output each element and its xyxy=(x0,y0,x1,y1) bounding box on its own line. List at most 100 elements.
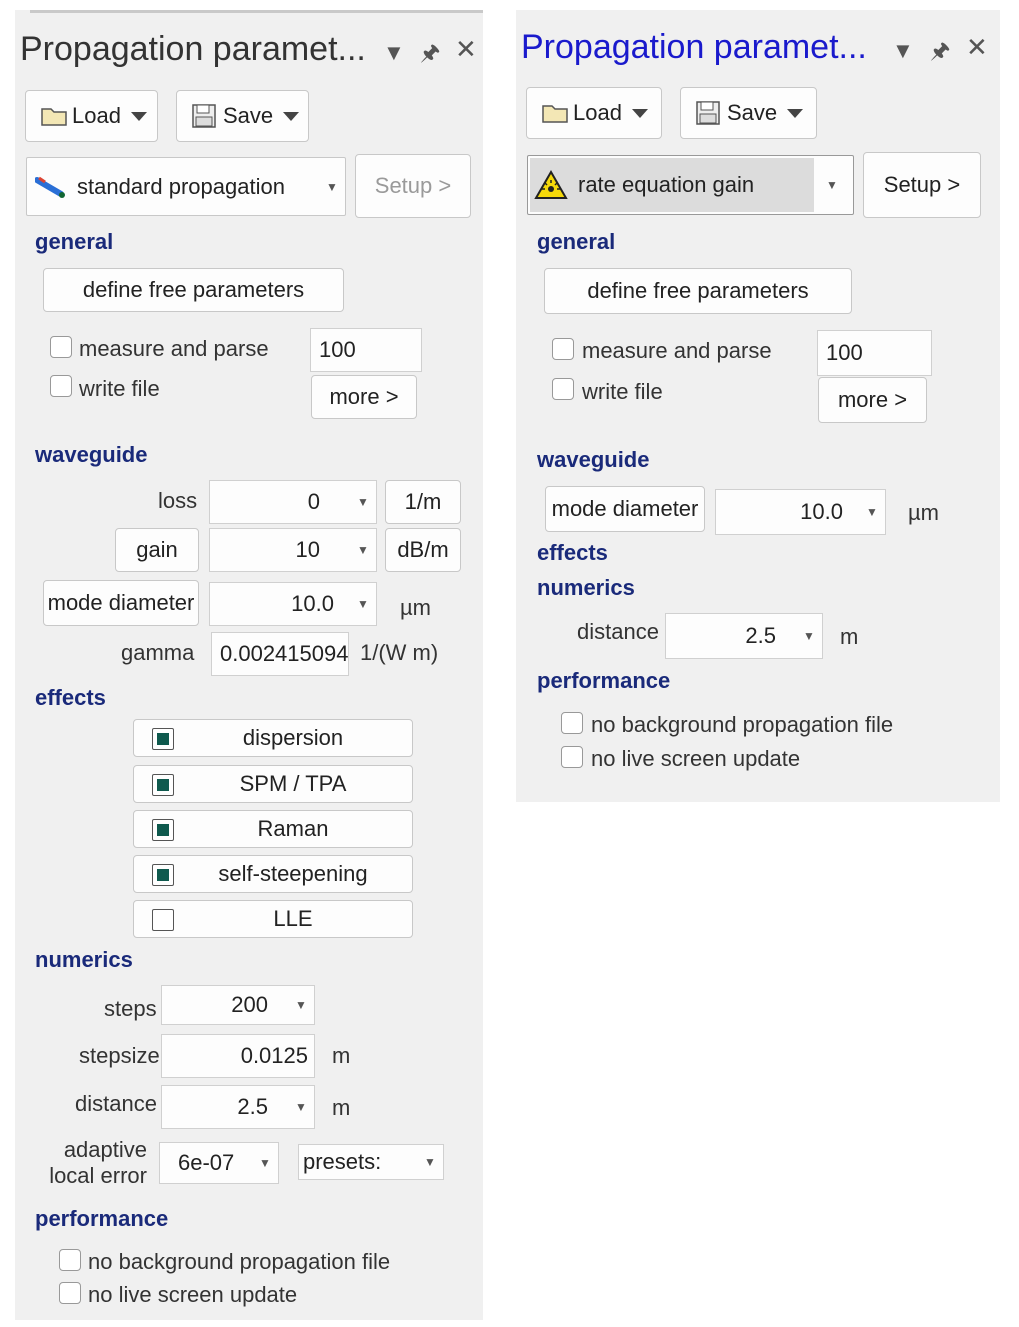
distance-input[interactable]: 2.5 ▼ xyxy=(665,613,823,659)
save-button[interactable]: Save xyxy=(176,90,309,142)
save-label: Save xyxy=(223,103,274,128)
measure-parse-checkbox[interactable] xyxy=(50,336,72,358)
load-label: Load xyxy=(573,100,622,125)
no-live-update-checkbox[interactable] xyxy=(59,1282,81,1304)
section-effects: effects xyxy=(537,540,608,565)
effect-raman[interactable]: Raman xyxy=(133,810,413,848)
checkbox-icon xyxy=(152,728,174,750)
section-numerics: numerics xyxy=(537,575,635,600)
chevron-down-icon[interactable]: ▼ xyxy=(796,629,822,643)
mode-diameter-button[interactable]: mode diameter xyxy=(545,486,705,532)
write-file-checkbox[interactable] xyxy=(552,378,574,400)
pin-icon[interactable]: 🖈 xyxy=(420,36,440,74)
fiber-icon xyxy=(35,176,65,198)
chevron-down-icon[interactable]: ▼ xyxy=(252,1156,278,1170)
presets-select[interactable]: presets: ▼ xyxy=(298,1144,444,1180)
mode-diameter-unit: µm xyxy=(400,595,432,620)
measure-value-input[interactable]: 100 xyxy=(817,330,932,376)
section-numerics: numerics xyxy=(35,947,133,972)
load-button[interactable]: Load xyxy=(25,90,158,142)
chevron-down-icon xyxy=(130,111,147,121)
distance-unit: m xyxy=(840,624,859,649)
propagation-type-value: rate equation gain xyxy=(578,172,755,197)
chevron-down-icon[interactable]: ▼ xyxy=(383,40,405,66)
mode-diameter-button[interactable]: mode diameter xyxy=(43,580,199,626)
chevron-down-icon[interactable]: ▼ xyxy=(417,1155,443,1169)
chevron-down-icon: ▼ xyxy=(826,178,838,192)
write-file-label: write file xyxy=(79,376,160,401)
steps-label: steps xyxy=(104,996,157,1021)
laser-warning-icon xyxy=(534,170,568,199)
chevron-down-icon: ▼ xyxy=(326,179,338,194)
chevron-down-icon[interactable]: ▼ xyxy=(288,998,314,1012)
measure-parse-label: measure and parse xyxy=(79,336,269,361)
propagation-type-select[interactable]: standard propagation ▼ xyxy=(26,157,346,216)
mode-diameter-input[interactable]: 10.0 ▼ xyxy=(209,582,377,626)
section-waveguide: waveguide xyxy=(537,447,650,472)
effect-lle[interactable]: LLE xyxy=(133,900,413,938)
loss-label: loss xyxy=(158,488,198,513)
loss-input[interactable]: 0 ▼ xyxy=(209,480,377,524)
setup-button[interactable]: Setup > xyxy=(863,152,981,218)
more-button[interactable]: more > xyxy=(818,377,927,423)
distance-input[interactable]: 2.5 ▼ xyxy=(161,1085,315,1129)
chevron-down-icon[interactable]: ▼ xyxy=(892,38,914,64)
pin-icon[interactable]: 🖈 xyxy=(930,34,950,72)
gamma-input[interactable]: 0.002415094339 xyxy=(211,632,349,676)
mode-diameter-unit: µm xyxy=(908,500,940,525)
gain-input[interactable]: 10 ▼ xyxy=(209,528,377,572)
effect-self-steepening[interactable]: self-steepening xyxy=(133,855,413,893)
chevron-down-icon[interactable]: ▼ xyxy=(859,505,885,519)
close-icon[interactable]: ✕ xyxy=(966,32,988,63)
stepsize-unit: m xyxy=(332,1043,351,1068)
gamma-label: gamma xyxy=(121,640,195,665)
gain-unit-button[interactable]: dB/m xyxy=(385,528,461,572)
checkbox-icon xyxy=(152,909,174,931)
measure-value-input[interactable]: 100 xyxy=(310,328,422,372)
adaptive-label: adaptive local error xyxy=(49,1137,147,1188)
panel-top-border xyxy=(30,10,483,13)
write-file-label: write file xyxy=(582,379,663,404)
left-panel: Propagation paramet... ▼ 🖈 ✕ Load Save s… xyxy=(15,10,483,1320)
section-performance: performance xyxy=(35,1206,169,1231)
floppy-disk-icon xyxy=(696,101,720,125)
gain-button[interactable]: gain xyxy=(115,528,199,572)
load-button[interactable]: Load xyxy=(526,87,662,139)
no-background-checkbox[interactable] xyxy=(561,712,583,734)
folder-icon xyxy=(41,108,67,126)
propagation-type-select[interactable]: rate equation gain ▼ xyxy=(527,155,854,215)
more-button[interactable]: more > xyxy=(311,375,417,419)
close-icon[interactable]: ✕ xyxy=(455,34,477,65)
chevron-down-icon[interactable]: ▼ xyxy=(350,597,376,611)
chevron-down-icon xyxy=(787,108,804,118)
no-background-label: no background propagation file xyxy=(591,712,894,737)
effect-spm-tpa[interactable]: SPM / TPA xyxy=(133,765,413,803)
steps-input[interactable]: 200 ▼ xyxy=(161,985,315,1025)
save-label: Save xyxy=(727,100,778,125)
stepsize-input[interactable]: 0.0125 xyxy=(161,1034,315,1078)
save-button[interactable]: Save xyxy=(680,87,817,139)
chevron-down-icon[interactable]: ▼ xyxy=(288,1100,314,1114)
effect-dispersion[interactable]: dispersion xyxy=(133,719,413,757)
chevron-down-icon xyxy=(631,108,648,118)
adaptive-error-input[interactable]: 6e-07 ▼ xyxy=(159,1142,279,1184)
chevron-down-icon[interactable]: ▼ xyxy=(350,495,376,509)
no-live-update-label: no live screen update xyxy=(88,1282,298,1307)
checkbox-icon xyxy=(152,819,174,841)
loss-unit-button[interactable]: 1/m xyxy=(385,480,461,524)
gamma-unit: 1/(W m) xyxy=(360,640,439,665)
no-live-update-checkbox[interactable] xyxy=(561,746,583,768)
mode-diameter-input[interactable]: 10.0 ▼ xyxy=(715,489,886,535)
stepsize-label: stepsize xyxy=(79,1043,160,1068)
section-general: general xyxy=(35,229,114,254)
no-background-checkbox[interactable] xyxy=(59,1249,81,1271)
propagation-type-value: standard propagation xyxy=(77,173,285,199)
measure-parse-checkbox[interactable] xyxy=(552,338,574,360)
setup-button[interactable]: Setup > xyxy=(355,154,471,218)
chevron-down-icon[interactable]: ▼ xyxy=(350,543,376,557)
define-free-parameters-button[interactable]: define free parameters xyxy=(43,268,344,312)
section-general: general xyxy=(537,229,616,254)
define-free-parameters-button[interactable]: define free parameters xyxy=(544,268,852,314)
write-file-checkbox[interactable] xyxy=(50,375,72,397)
no-live-update-label: no live screen update xyxy=(591,746,801,771)
